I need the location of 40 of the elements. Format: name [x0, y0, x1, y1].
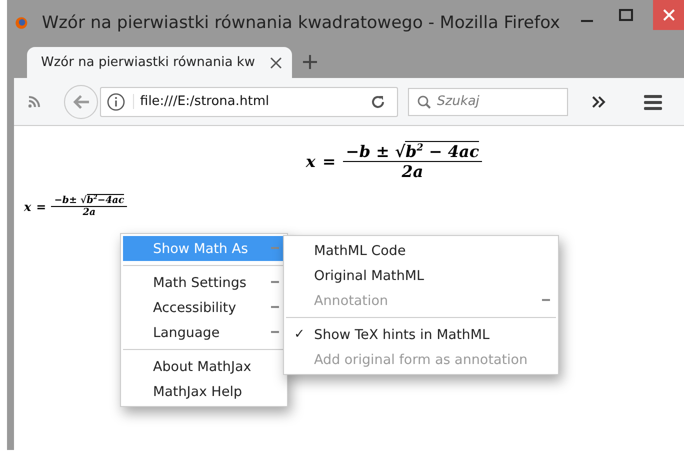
reload-icon[interactable]: [371, 94, 385, 108]
menu-item[interactable]: ✓ Show TeX hints in MathML: [286, 322, 556, 347]
address-bar[interactable]: file:///E:/strona.html: [100, 86, 398, 116]
menu-item[interactable]: MathML Code: [286, 238, 556, 263]
search-icon: [417, 94, 431, 108]
info-icon[interactable]: [107, 92, 125, 110]
maximize-icon: [619, 9, 634, 21]
close-icon[interactable]: [270, 56, 282, 68]
minimize-icon: [580, 20, 593, 22]
check-mark: ✓: [294, 327, 305, 342]
menu-item[interactable]: Accessibility: [123, 295, 285, 320]
math-variable: x: [306, 152, 316, 171]
menu-item[interactable]: Original MathML: [286, 263, 556, 288]
search-field[interactable]: Szukaj: [408, 88, 568, 116]
radical-sign: √: [394, 142, 406, 161]
menu-icon[interactable]: [644, 94, 662, 110]
math-denominator: 2a: [82, 207, 96, 218]
math-numerator: −b ± √b$^{2}$ − 4ac: [342, 142, 482, 162]
menu-item[interactable]: Math Settings: [123, 270, 285, 295]
browser-tab[interactable]: Wzór na pierwiastki równania kw: [27, 47, 292, 78]
overflow-chevron-icon[interactable]: [592, 96, 606, 108]
menu-item[interactable]: Language: [123, 320, 285, 345]
menu-item[interactable]: MathJax Help: [123, 379, 285, 404]
math-equals: =: [36, 200, 46, 214]
plus-icon[interactable]: [302, 54, 318, 70]
math-equals: =: [322, 152, 336, 171]
menu-item[interactable]: About MathJax: [123, 354, 285, 379]
math-numerator: −b± √b$^{2}$−4ac: [51, 195, 128, 208]
math-denominator: 2a: [402, 162, 424, 181]
radical-sign: √: [80, 195, 87, 206]
back-button[interactable]: [64, 84, 98, 118]
url-text: file:///E:/strona.html: [133, 94, 363, 109]
window-title: Wzór na pierwiastki równania kwadratowego - Mozilla Firefox: [42, 12, 560, 32]
close-icon: [662, 9, 675, 21]
back-arrow-icon: [72, 94, 90, 110]
close-button[interactable]: [653, 0, 684, 30]
math-variable: x: [24, 200, 32, 214]
feed-icon[interactable]: [28, 96, 40, 108]
tab-label: Wzór na pierwiastki równania kw: [41, 55, 256, 70]
search-placeholder: Szukaj: [437, 94, 480, 109]
